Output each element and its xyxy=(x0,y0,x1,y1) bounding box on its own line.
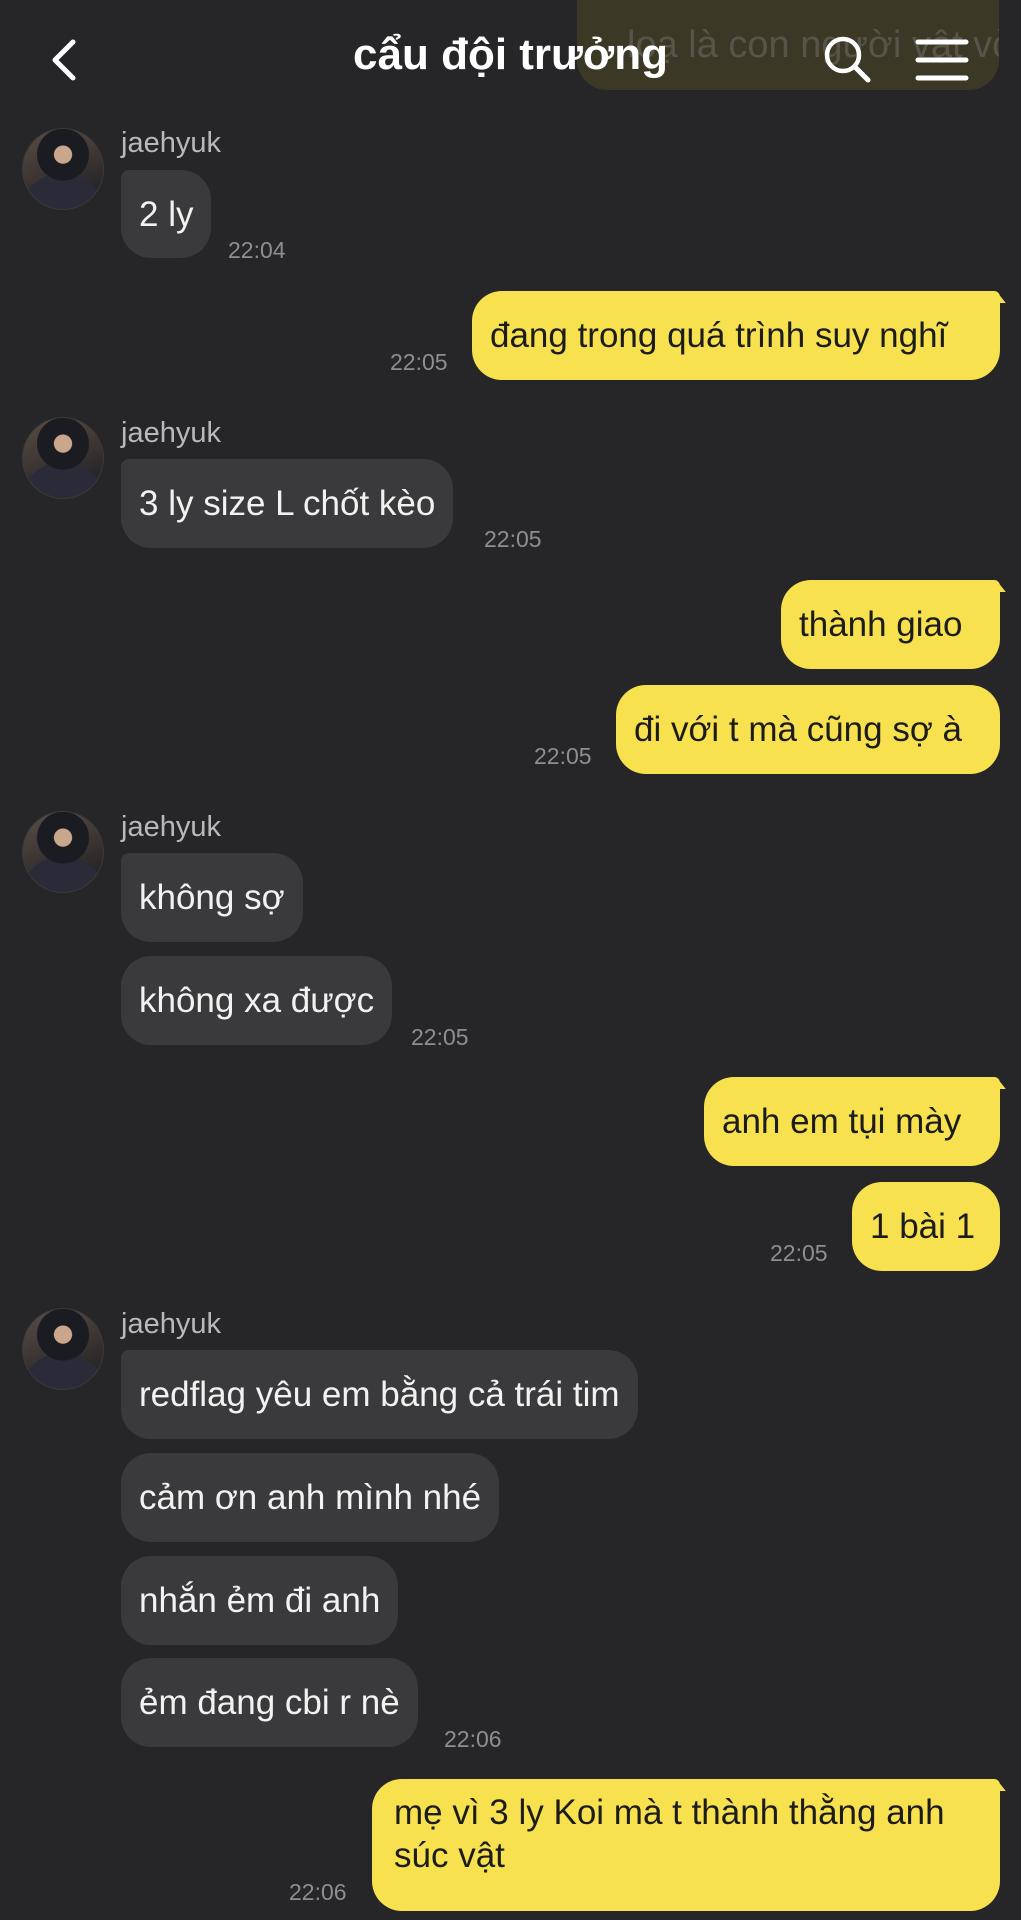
incoming-message[interactable]: cảm ơn anh mình nhé xyxy=(121,1453,500,1542)
incoming-message[interactable]: không sợ xyxy=(121,853,303,942)
message-time: 22:05 xyxy=(411,1024,469,1050)
message-time: 22:06 xyxy=(444,1726,502,1752)
chat-screen: loạ là con người vật vờ cẩu đội trưởng j… xyxy=(0,0,1021,1920)
outgoing-message[interactable]: mẹ vì 3 ly Koi mà t thành thằng anh súc … xyxy=(372,1779,1000,1911)
message-time: 22:05 xyxy=(390,349,448,375)
avatar[interactable] xyxy=(22,128,104,210)
message-time: 22:06 xyxy=(289,1879,347,1905)
back-icon[interactable] xyxy=(35,30,95,90)
sender-name: jaehyuk xyxy=(121,417,221,449)
incoming-message[interactable]: không xa được xyxy=(121,956,393,1045)
incoming-message[interactable]: 3 ly size L chốt kèo xyxy=(121,459,454,548)
avatar[interactable] xyxy=(22,811,104,893)
outgoing-message[interactable]: đang trong quá trình suy nghĩ xyxy=(472,291,1000,380)
sender-name: jaehyuk xyxy=(121,811,221,843)
outgoing-message[interactable]: anh em tụi mày xyxy=(704,1077,1000,1166)
sender-name: jaehyuk xyxy=(121,1308,221,1340)
avatar[interactable] xyxy=(22,417,104,499)
outgoing-message[interactable]: thành giao xyxy=(781,580,1000,669)
message-time: 22:05 xyxy=(484,526,542,552)
search-icon[interactable] xyxy=(818,30,878,90)
incoming-message[interactable]: ẻm đang cbi r nè xyxy=(121,1658,418,1747)
incoming-message[interactable]: redflag yêu em bằng cả trái tim xyxy=(121,1350,638,1439)
outgoing-message[interactable]: 1 bài 1 xyxy=(852,1182,1000,1271)
outgoing-message[interactable]: đi với t mà cũng sợ à xyxy=(616,685,1000,774)
incoming-message[interactable]: nhắn ẻm đi anh xyxy=(121,1556,399,1645)
message-time: 22:04 xyxy=(228,237,286,263)
message-time: 22:05 xyxy=(534,743,592,769)
sender-name: jaehyuk xyxy=(121,127,221,159)
avatar[interactable] xyxy=(22,1308,104,1390)
message-time: 22:05 xyxy=(770,1240,828,1266)
incoming-message[interactable]: 2 ly xyxy=(121,170,212,258)
chat-header: loạ là con người vật vờ cẩu đội trưởng xyxy=(0,0,1021,120)
hamburger-menu-icon[interactable] xyxy=(912,30,972,90)
